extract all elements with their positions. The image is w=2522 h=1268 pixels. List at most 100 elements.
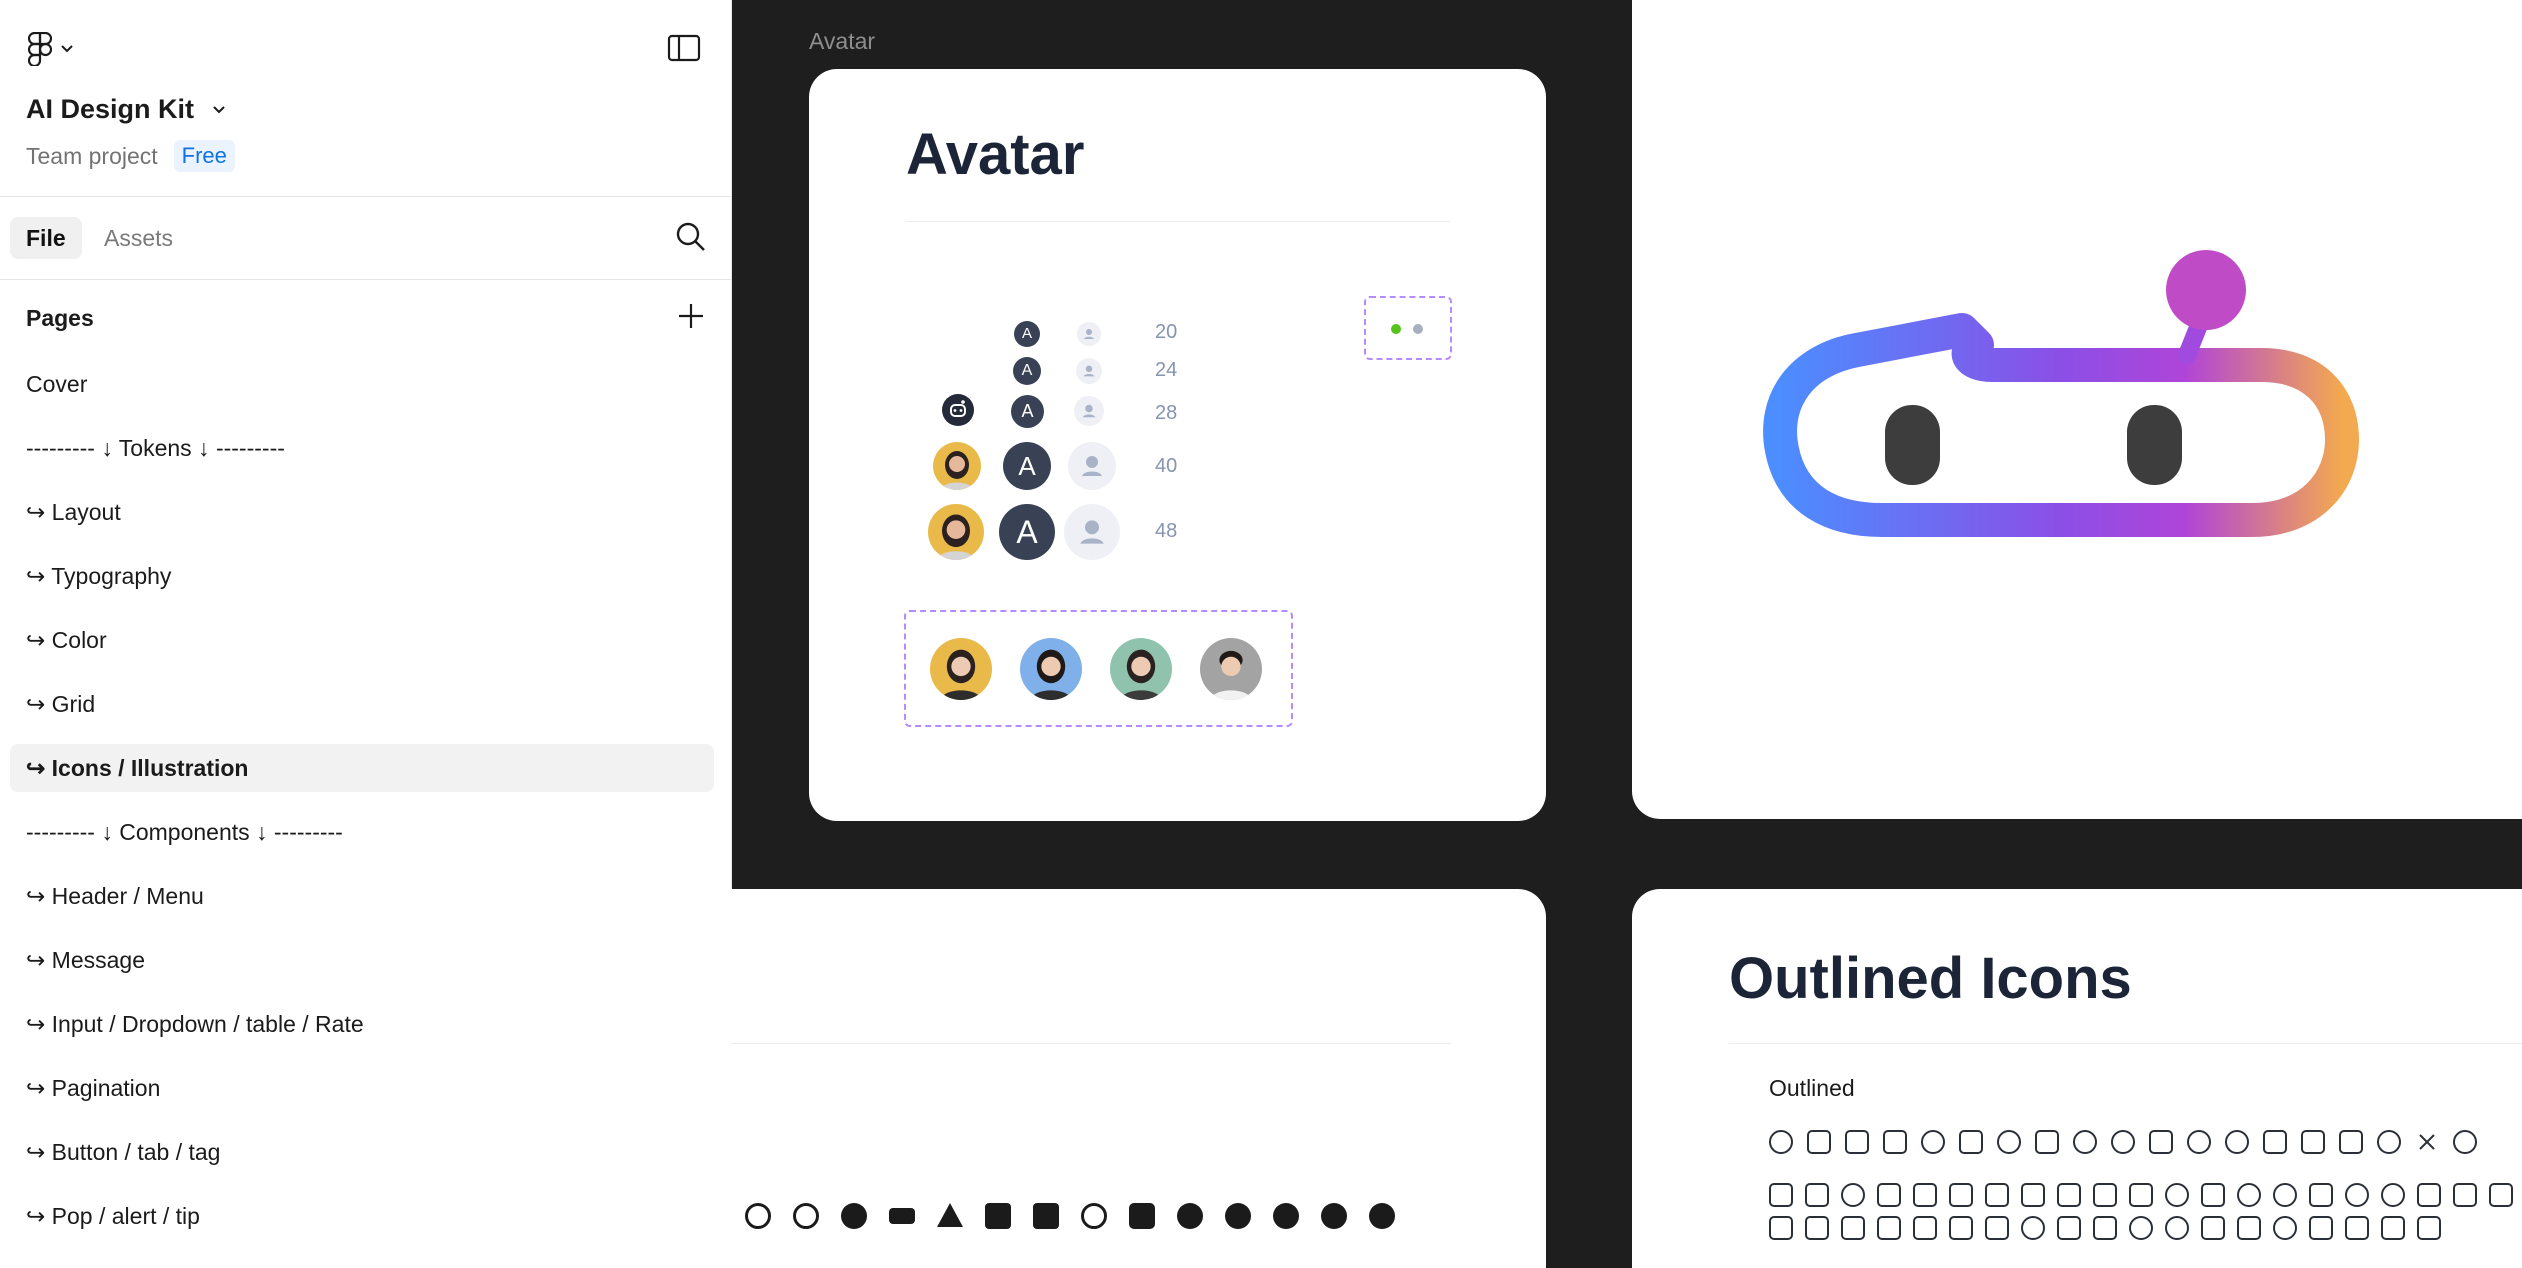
page-item[interactable]: ↪ Message — [10, 936, 714, 984]
user-icon — [1082, 404, 1096, 418]
outlined-icon-row — [1769, 1183, 2522, 1207]
question-circle-icon — [2165, 1216, 2189, 1240]
filled-icon-row — [745, 1203, 1395, 1229]
team-label: Team project — [26, 142, 158, 169]
photo-avatar[interactable] — [1110, 638, 1172, 700]
profile-icon — [2273, 1216, 2297, 1240]
badge-icon — [2201, 1183, 2225, 1207]
page-item[interactable]: Cover — [10, 360, 714, 408]
chevron-down-icon — [61, 45, 73, 53]
page-item[interactable]: ↪ Color — [10, 616, 714, 664]
page-item[interactable]: ↪ Layout — [10, 488, 714, 536]
star-icon — [1913, 1216, 1937, 1240]
camera-icon — [1129, 1203, 1155, 1229]
main-menu-button[interactable] — [28, 32, 74, 66]
pages-heading: Pages — [26, 305, 94, 331]
page-item[interactable]: ↪ Header / Menu — [10, 872, 714, 920]
letter-avatar[interactable]: A — [1011, 395, 1044, 428]
letter-avatar[interactable]: A — [1003, 442, 1051, 490]
page-list: Cover --------- ↓ Tokens ↓ --------- ↪ L… — [10, 360, 714, 1256]
page-item[interactable]: ↪ Pop / alert / tip — [10, 1192, 714, 1240]
dislike-icon — [2345, 1216, 2369, 1240]
signature-icon — [2417, 1183, 2441, 1207]
tab-assets[interactable]: Assets — [88, 217, 189, 259]
stats-icon — [2129, 1183, 2153, 1207]
status-dot-component[interactable] — [1364, 296, 1452, 360]
user-placeholder-avatar[interactable] — [1077, 322, 1101, 346]
layers-sidebar: AI Design Kit Team project Free File Ass… — [0, 0, 732, 1268]
letter-avatar[interactable]: A — [1013, 357, 1041, 385]
edit-icon — [2263, 1130, 2287, 1154]
add-page-icon[interactable] — [677, 302, 705, 330]
user-icon — [1082, 456, 1102, 476]
search-icon — [2111, 1130, 2135, 1154]
zoom-in-icon — [2129, 1216, 2153, 1240]
page-item[interactable]: --------- ↓ Components ↓ --------- — [10, 808, 714, 856]
wallet-icon — [1805, 1216, 1829, 1240]
outlined-icons-frame[interactable]: Outlined Icons Outlined — [1632, 889, 2522, 1268]
credit-card-icon — [1769, 1216, 1793, 1240]
user-placeholder-avatar[interactable] — [1064, 504, 1120, 560]
photo-avatar[interactable] — [930, 638, 992, 700]
photo-avatar[interactable] — [1200, 638, 1262, 700]
frame-label[interactable]: Avatar — [809, 28, 875, 55]
calendar-clock-icon — [2237, 1216, 2261, 1240]
user-placeholder-avatar[interactable] — [1076, 358, 1102, 384]
photo-avatar[interactable] — [1020, 638, 1082, 700]
figma-logo-icon — [28, 32, 52, 66]
page-item[interactable]: --------- ↓ Tokens ↓ --------- — [10, 424, 714, 472]
divider — [906, 221, 1450, 222]
clipboard-clock-icon — [1807, 1130, 1831, 1154]
image-icon — [1877, 1216, 1901, 1240]
person-photo — [1030, 649, 1072, 700]
bot-avatar[interactable] — [942, 394, 974, 426]
code-block-icon — [2381, 1216, 2405, 1240]
chat-bubble-icon — [2165, 1183, 2189, 1207]
phone-icon — [1081, 1203, 1107, 1229]
user-placeholder-avatar[interactable] — [1074, 396, 1104, 426]
agent-avatar-group[interactable] — [904, 610, 1293, 727]
brand-logo-frame[interactable] — [1632, 0, 2522, 819]
page-item[interactable]: ↪ Pagination — [10, 1064, 714, 1112]
letter-avatar[interactable]: A — [1014, 321, 1040, 347]
star-sparkle-icon — [793, 1203, 819, 1229]
eye-refresh-icon — [745, 1203, 771, 1229]
chat-voice-icon — [1225, 1203, 1251, 1229]
mail-icon — [1877, 1183, 1901, 1207]
section-label: Outlined — [1769, 1075, 1855, 1101]
project-title[interactable]: AI Design Kit — [26, 94, 226, 125]
terminal-icon — [2309, 1216, 2333, 1240]
user-placeholder-avatar[interactable] — [1068, 442, 1116, 490]
sidebar-tabs: File Assets — [0, 197, 731, 280]
page-item[interactable]: ↪ Typography — [10, 552, 714, 600]
photo-avatar[interactable] — [928, 504, 984, 560]
settings-icon — [2237, 1183, 2261, 1207]
letter-avatar[interactable]: A — [999, 504, 1055, 560]
toggle-sidebar-icon[interactable] — [667, 34, 701, 62]
person-photo — [1120, 649, 1162, 700]
page-item[interactable]: ↪ Grid — [10, 680, 714, 728]
list-icon — [2093, 1183, 2117, 1207]
project-meta: Team project Free — [26, 140, 235, 172]
avatar-frame[interactable]: Avatar 20 24 28 40 48 A A A A A — [809, 69, 1546, 821]
person-photo — [937, 514, 975, 560]
close-icon — [2415, 1130, 2439, 1154]
size-label: 48 — [1155, 520, 1178, 542]
page-item[interactable]: ↪ Button / tab / tag — [10, 1128, 714, 1176]
video-off-icon — [985, 1203, 1011, 1229]
divider — [731, 1043, 1451, 1044]
ai-bot-logo-icon — [1763, 250, 2359, 537]
page-item-active[interactable]: ↪ Icons / Illustration — [10, 744, 714, 792]
venn-icon — [2021, 1216, 2045, 1240]
globe-icon — [1841, 1183, 1865, 1207]
warning-icon — [937, 1203, 963, 1227]
search-icon[interactable] — [675, 221, 707, 253]
refresh-icon — [2377, 1130, 2401, 1154]
photo-avatar[interactable] — [933, 442, 981, 490]
contact-icon — [1913, 1183, 1937, 1207]
page-item[interactable]: ↪ Input / Dropdown / table / Rate — [10, 1000, 714, 1048]
info-circle-icon — [1369, 1203, 1395, 1229]
tab-file[interactable]: File — [10, 217, 82, 259]
id-card-icon — [2149, 1130, 2173, 1154]
plan-badge[interactable]: Free — [173, 140, 235, 172]
